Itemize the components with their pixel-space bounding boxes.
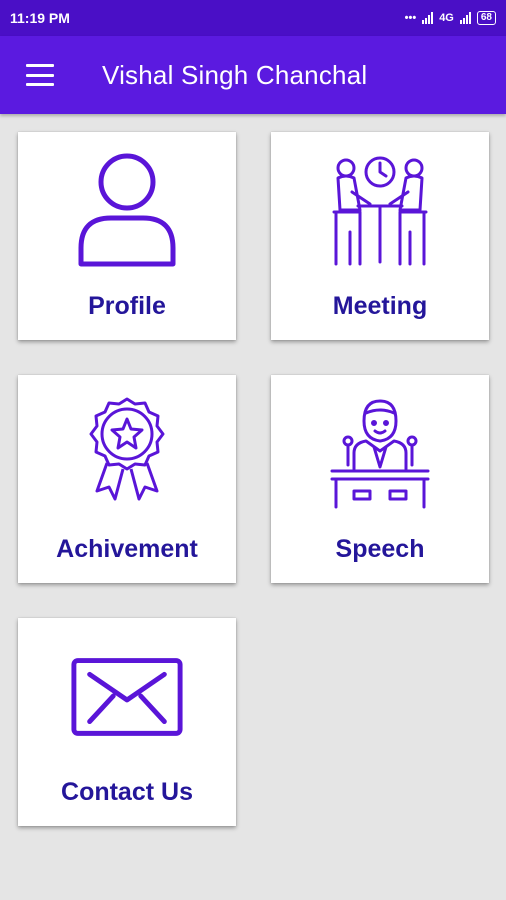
envelope-icon [71, 658, 183, 736]
status-time: 11:19 PM [10, 10, 70, 26]
contact-us-card[interactable]: Contact Us [18, 618, 236, 826]
app-bar: Vishal Singh Chanchal [0, 36, 506, 114]
network-label: 4G [439, 12, 454, 24]
contact-us-label: Contact Us [61, 778, 193, 806]
meeting-label: Meeting [332, 292, 428, 320]
meeting-icon [332, 156, 428, 266]
signal-icon [422, 12, 434, 24]
person-icon [78, 153, 176, 267]
status-icons: ••• 4G 68 [405, 11, 496, 25]
profile-card[interactable]: Profile [18, 132, 236, 340]
hamburger-menu-icon[interactable] [26, 64, 54, 86]
speech-label: Speech [335, 535, 425, 563]
achievement-label: Achivement [56, 535, 198, 563]
battery-level: 68 [480, 12, 492, 23]
signal-icon-2 [459, 12, 471, 24]
profile-label: Profile [88, 292, 166, 320]
speech-card[interactable]: Speech [271, 375, 489, 583]
dots-icon: ••• [404, 12, 417, 24]
app-title: Vishal Singh Chanchal [102, 59, 368, 90]
status-bar: 11:19 PM ••• 4G 68 [0, 0, 506, 36]
speaker-podium-icon [330, 399, 430, 509]
battery-icon: 68 [476, 11, 496, 25]
achievement-card[interactable]: Achivement [18, 375, 236, 583]
meeting-card[interactable]: Meeting [271, 132, 489, 340]
award-ribbon-icon [89, 397, 165, 501]
